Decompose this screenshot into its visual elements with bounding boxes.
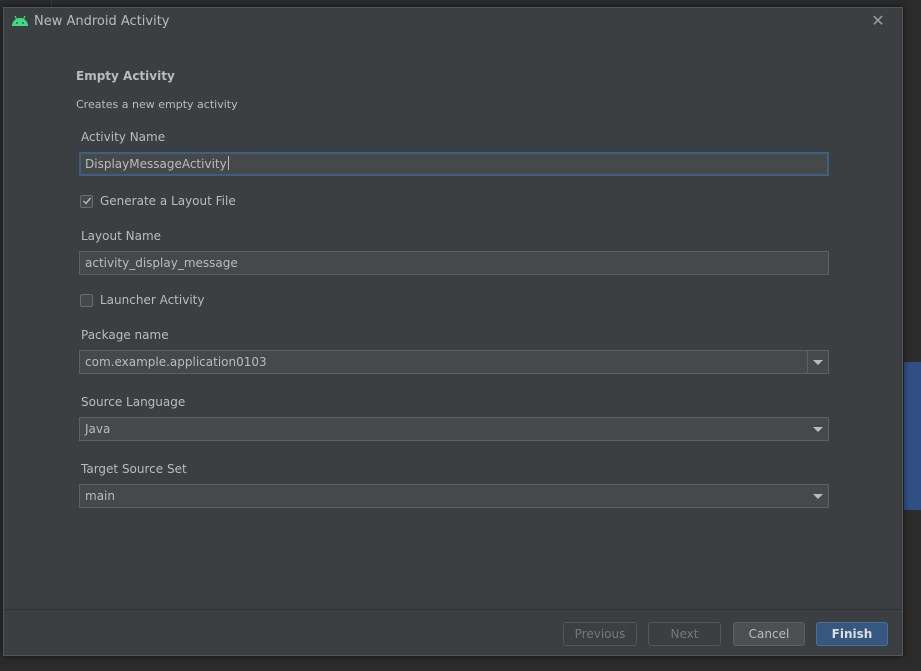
source-language-label: Source Language bbox=[81, 395, 186, 409]
checkbox-checked-icon bbox=[80, 194, 93, 208]
text-caret bbox=[227, 156, 229, 170]
target-source-set-select[interactable]: main bbox=[79, 484, 829, 508]
finish-button[interactable]: Finish bbox=[816, 622, 888, 646]
package-name-label: Package name bbox=[81, 328, 169, 342]
package-name-value: com.example.application0103 bbox=[85, 355, 267, 369]
generate-layout-label: Generate a Layout File bbox=[100, 194, 236, 208]
chevron-down-icon[interactable] bbox=[813, 427, 823, 432]
template-description: Creates a new empty activity bbox=[76, 98, 238, 111]
chevron-down-icon[interactable] bbox=[813, 494, 823, 499]
target-source-set-value: main bbox=[85, 489, 115, 503]
generate-layout-checkbox[interactable]: Generate a Layout File bbox=[80, 194, 236, 208]
checkbox-unchecked-icon bbox=[80, 293, 93, 307]
source-language-value: Java bbox=[85, 422, 111, 436]
activity-name-label: Activity Name bbox=[81, 130, 166, 144]
new-activity-dialog: New Android Activity ✕ Empty Activity Cr… bbox=[3, 7, 903, 656]
android-icon bbox=[12, 15, 28, 26]
combo-separator bbox=[807, 351, 808, 373]
source-language-select[interactable]: Java bbox=[79, 417, 829, 441]
previous-button[interactable]: Previous bbox=[563, 622, 637, 646]
launcher-activity-label: Launcher Activity bbox=[100, 293, 205, 307]
layout-name-label: Layout Name bbox=[81, 229, 162, 243]
package-name-combobox[interactable]: com.example.application0103 bbox=[79, 350, 829, 374]
close-icon[interactable]: ✕ bbox=[870, 12, 886, 30]
dialog-title: New Android Activity bbox=[34, 14, 170, 29]
template-heading: Empty Activity bbox=[76, 69, 175, 83]
activity-name-value: DisplayMessageActivity bbox=[85, 157, 227, 171]
activity-name-input[interactable]: DisplayMessageActivity bbox=[79, 152, 829, 176]
ide-background-bottom bbox=[0, 657, 921, 671]
next-button[interactable]: Next bbox=[648, 622, 721, 646]
chevron-down-icon[interactable] bbox=[813, 360, 823, 365]
ide-background-accent bbox=[904, 362, 921, 510]
launcher-activity-checkbox[interactable]: Launcher Activity bbox=[80, 293, 204, 307]
layout-name-input[interactable]: activity_display_message bbox=[79, 251, 829, 275]
cancel-button[interactable]: Cancel bbox=[733, 622, 805, 646]
target-source-set-label: Target Source Set bbox=[81, 462, 187, 476]
footer-divider bbox=[4, 609, 902, 610]
dialog-titlebar: New Android Activity ✕ bbox=[4, 8, 902, 36]
